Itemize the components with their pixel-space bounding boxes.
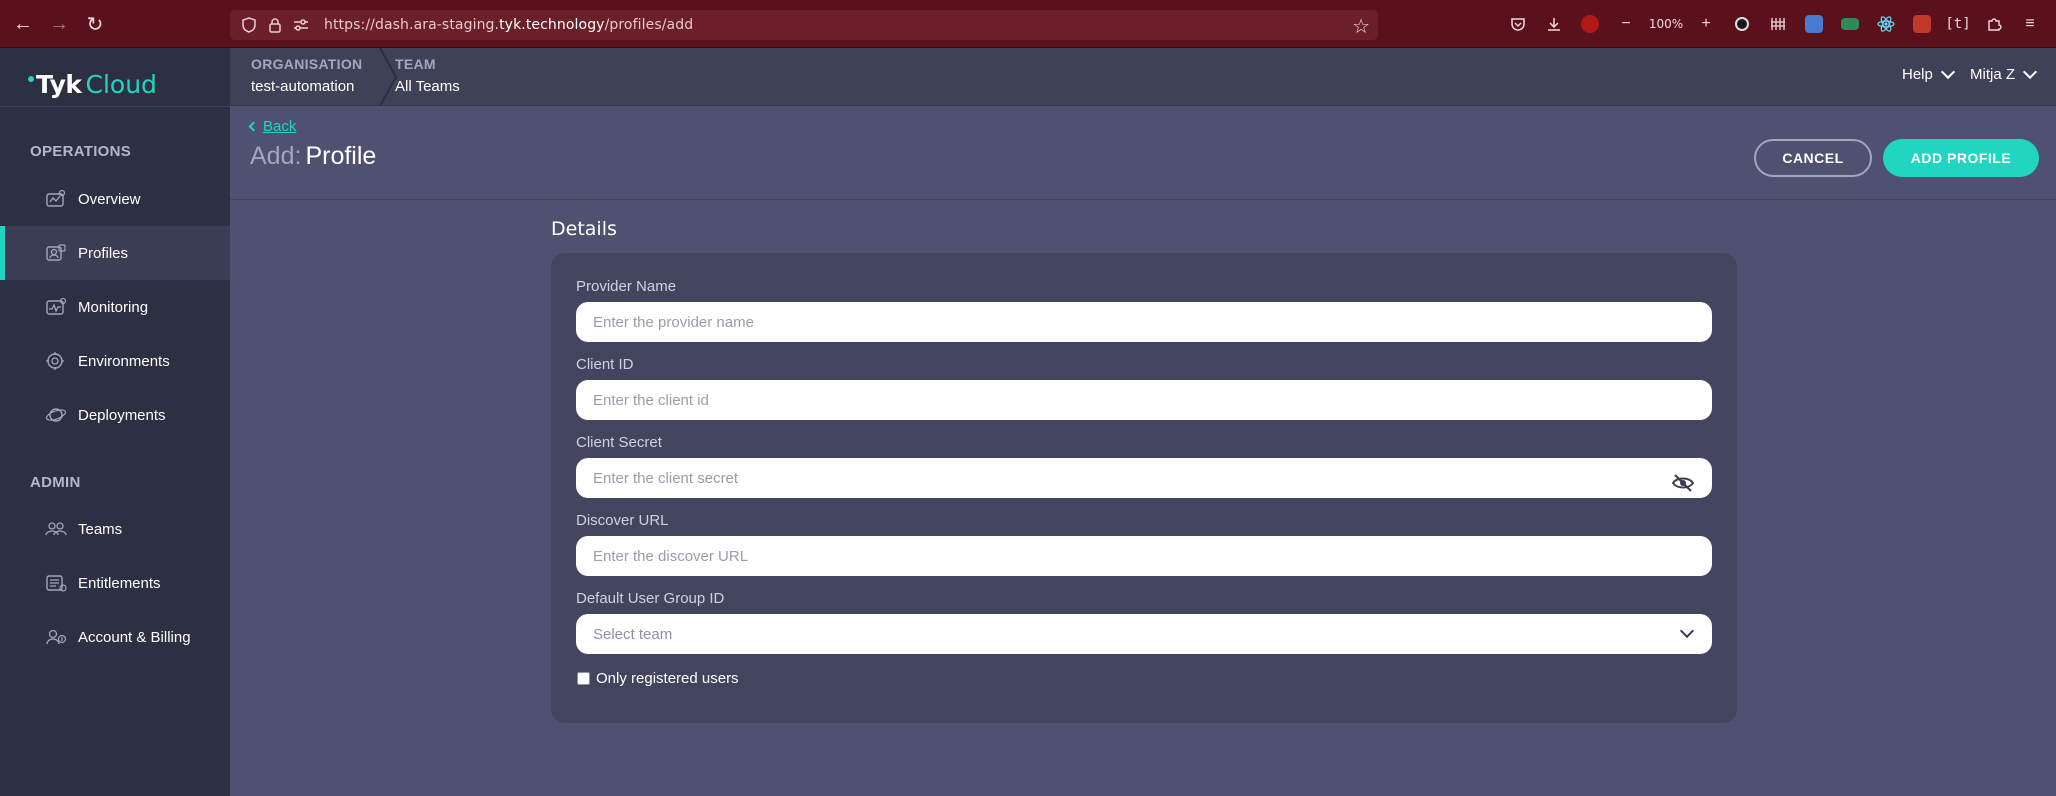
breadcrumb-team[interactable]: TEAM All Teams <box>395 56 460 95</box>
screenshot-extension-icon[interactable] <box>1832 0 1868 48</box>
zoom-in-icon[interactable]: + <box>1688 0 1724 48</box>
extension-grid-icon[interactable] <box>1760 0 1796 48</box>
menu-icon[interactable]: ≡ <box>2012 0 2048 48</box>
chevron-left-icon <box>248 121 259 132</box>
page-title: Add: Profile <box>250 142 377 170</box>
browser-reload-icon[interactable]: ↻ <box>80 9 110 39</box>
chevron-down-icon <box>1679 623 1695 639</box>
sidebar-item-entitlements[interactable]: Entitlements <box>0 556 230 610</box>
hide-password-icon[interactable] <box>1672 474 1694 492</box>
overview-icon <box>44 187 68 211</box>
default-user-group-label: Default User Group ID <box>576 590 725 607</box>
deployments-icon <box>44 403 68 427</box>
breadcrumb-divider <box>379 48 398 106</box>
sidebar-item-overview[interactable]: Overview <box>0 172 230 226</box>
top-header: ORGANISATION test-automation TEAM All Te… <box>230 48 2056 106</box>
back-link[interactable]: Back <box>248 118 296 135</box>
translate-icon[interactable] <box>1796 0 1832 48</box>
details-heading: Details <box>551 218 617 240</box>
address-bar[interactable]: https://dash.ara-staging.tyk.technology/… <box>230 10 1378 40</box>
client-id-label: Client ID <box>576 356 634 373</box>
sidebar-item-environments[interactable]: Environments <box>0 334 230 388</box>
sidebar: Tyk Cloud OPERATIONS Overview Profiles M… <box>0 48 230 796</box>
logo-divider <box>0 106 230 107</box>
chevron-down-icon <box>2022 64 2038 80</box>
entitlements-icon <box>44 571 68 595</box>
sidebar-section-operations: OPERATIONS <box>30 143 132 160</box>
breadcrumb-organisation[interactable]: ORGANISATION test-automation <box>251 56 362 95</box>
shield-icon[interactable] <box>236 17 262 33</box>
client-secret-input[interactable] <box>576 458 1712 498</box>
user-menu[interactable]: Mitja Z <box>1970 64 2038 83</box>
default-user-group-select[interactable]: Select team <box>576 614 1712 654</box>
only-registered-users-checkbox[interactable] <box>577 672 590 685</box>
zoom-out-icon[interactable]: − <box>1608 0 1644 48</box>
sidebar-item-profiles[interactable]: Profiles <box>0 226 230 280</box>
client-secret-label: Client Secret <box>576 434 662 451</box>
environments-icon <box>44 349 68 373</box>
profiles-icon <box>44 241 68 265</box>
header-divider <box>230 199 2056 200</box>
cancel-button[interactable]: CANCEL <box>1754 139 1872 177</box>
help-menu[interactable]: Help <box>1902 64 1955 83</box>
monitoring-icon <box>44 295 68 319</box>
lock-icon[interactable] <box>262 17 288 33</box>
browser-forward-icon[interactable]: → <box>44 9 74 39</box>
discover-url-input[interactable] <box>576 536 1712 576</box>
add-profile-button[interactable]: ADD PROFILE <box>1883 139 2039 177</box>
extension-red-icon[interactable] <box>1904 0 1940 48</box>
tyk-cloud-logo[interactable]: Tyk Cloud <box>28 62 157 106</box>
browser-toolbar: ← → ↻ https://dash.ara-staging.tyk.techn… <box>0 0 2056 48</box>
sidebar-item-monitoring[interactable]: Monitoring <box>0 280 230 334</box>
sidebar-item-deployments[interactable]: Deployments <box>0 388 230 442</box>
account-billing-icon <box>44 625 68 649</box>
extension-brackets-icon[interactable]: [t] <box>1940 0 1976 48</box>
teams-icon <box>44 517 68 541</box>
extensions-puzzle-icon[interactable] <box>1976 0 2012 48</box>
bookmark-star-icon[interactable]: ☆ <box>1352 14 1370 39</box>
sidebar-section-admin: ADMIN <box>30 474 81 491</box>
client-id-input[interactable] <box>576 380 1712 420</box>
provider-name-input[interactable] <box>576 302 1712 342</box>
react-devtools-icon[interactable] <box>1868 0 1904 48</box>
ublock-icon[interactable] <box>1572 0 1608 48</box>
only-registered-users-option[interactable]: Only registered users <box>577 670 739 687</box>
discover-url-label: Discover URL <box>576 512 669 529</box>
sidebar-item-account-billing[interactable]: Account & Billing <box>0 610 230 664</box>
permissions-icon[interactable] <box>288 19 314 31</box>
password-manager-icon[interactable] <box>1724 0 1760 48</box>
zoom-level[interactable]: 100% <box>1644 17 1688 31</box>
chevron-down-icon <box>1940 64 1955 80</box>
sidebar-item-teams[interactable]: Teams <box>0 502 230 556</box>
provider-name-label: Provider Name <box>576 278 677 295</box>
pocket-icon[interactable] <box>1500 0 1536 48</box>
url-text[interactable]: https://dash.ara-staging.tyk.technology/… <box>324 17 693 33</box>
logo-dot <box>28 76 34 82</box>
browser-back-icon[interactable]: ← <box>8 9 38 39</box>
downloads-icon[interactable] <box>1536 0 1572 48</box>
